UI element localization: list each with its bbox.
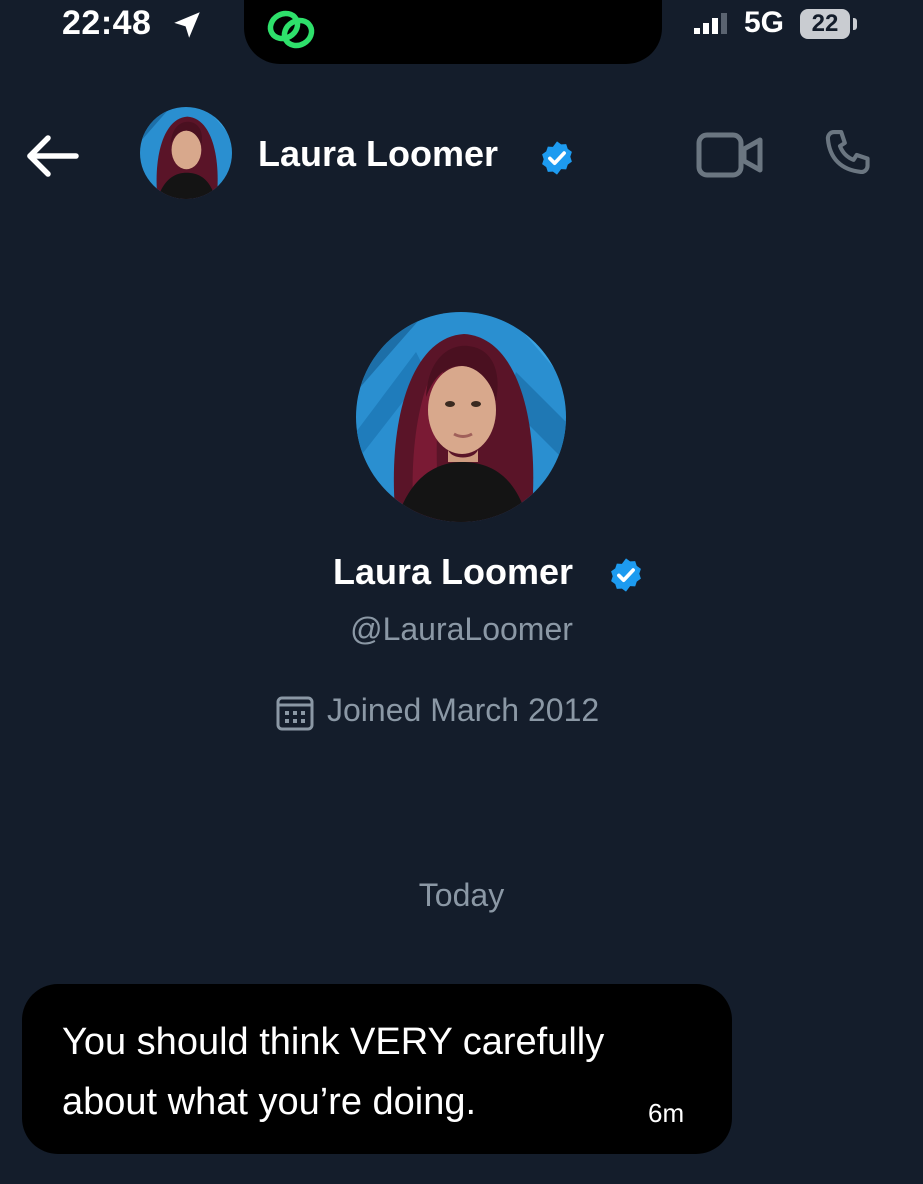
video-camera-icon: [696, 132, 763, 178]
battery-nub: [853, 18, 857, 30]
avatar-image: [140, 107, 232, 199]
day-separator: Today: [418, 877, 505, 913]
network-label: 5G: [744, 6, 785, 39]
joined-date: Joined March 2012: [327, 692, 600, 728]
status-time: 22:48: [62, 4, 152, 42]
profile-handle[interactable]: @LauraLoomer: [0, 611, 923, 648]
battery-indicator: 22: [800, 9, 850, 39]
arrow-left-icon: [27, 135, 79, 177]
profile-avatar[interactable]: [356, 312, 566, 522]
location-arrow-icon: [174, 12, 200, 38]
link-icon: [267, 10, 315, 49]
message-text: You should think VERY carefully about wh…: [62, 1021, 605, 1123]
back-button[interactable]: [22, 128, 82, 184]
phone-icon: [825, 129, 870, 174]
header-avatar[interactable]: [140, 107, 232, 199]
verified-badge-icon: [542, 141, 572, 175]
calendar-icon: [276, 696, 314, 731]
profile-name: Laura Loomer: [333, 551, 574, 592]
voice-call-button[interactable]: [818, 126, 876, 184]
verified-badge-icon: [611, 558, 641, 592]
signal-icon: [694, 13, 727, 34]
message-timestamp: 6m: [648, 1098, 685, 1128]
message-bubble[interactable]: You should think VERY carefully about wh…: [22, 984, 732, 1154]
video-call-button[interactable]: [696, 132, 764, 178]
profile-avatar-image: [356, 312, 566, 522]
header-name[interactable]: Laura Loomer: [258, 133, 498, 175]
